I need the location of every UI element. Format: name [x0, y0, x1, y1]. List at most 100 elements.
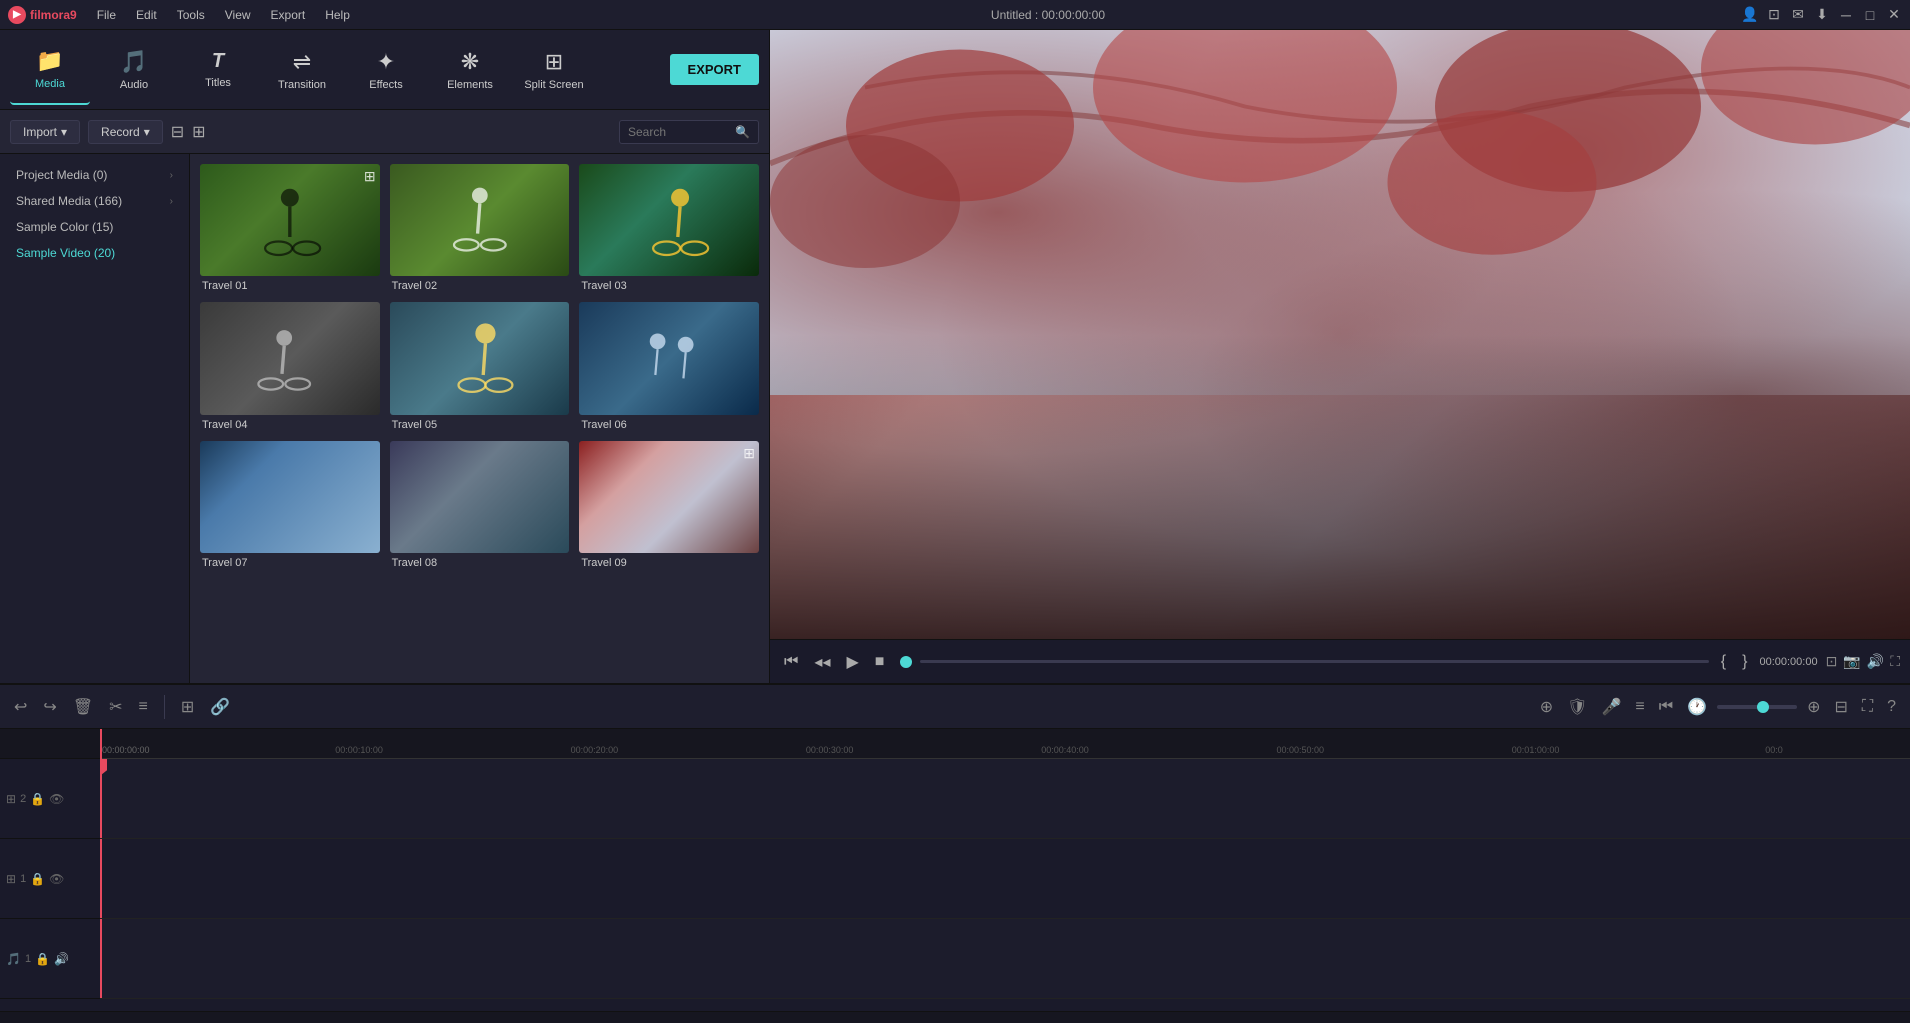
media-item-travel03[interactable]: Travel 03 — [579, 164, 759, 292]
media-item-travel07[interactable]: Travel 07 — [200, 441, 380, 569]
zoom-slider[interactable] — [1717, 705, 1797, 709]
undo-button[interactable]: ↩ — [10, 693, 31, 721]
menu-help[interactable]: Help — [321, 6, 354, 24]
clock-button[interactable]: 🕐 — [1683, 693, 1711, 721]
media-name-travel07: Travel 07 — [200, 557, 380, 569]
toolbar-splitscreen[interactable]: ⊞ Split Screen — [514, 35, 594, 105]
ruler-mark-20: 00:00:20:00 — [571, 745, 619, 755]
sidebar-item-project-media[interactable]: Project Media (0) › — [0, 162, 189, 188]
toolbar-titles[interactable]: T Titles — [178, 35, 258, 105]
menu-edit[interactable]: Edit — [132, 6, 161, 24]
mark-in-icon[interactable]: { — [1717, 651, 1730, 673]
eye-icon-v1[interactable]: 👁 — [49, 872, 64, 886]
media-thumb-travel08 — [390, 441, 570, 553]
media-item-travel05[interactable]: Travel 05 — [390, 302, 570, 430]
media-name-travel08: Travel 08 — [390, 557, 570, 569]
user-icon[interactable]: 👤 — [1742, 7, 1758, 23]
ruler-marks-container: 00:00:00:00 00:00:10:00 00:00:20:00 00:0… — [100, 729, 1910, 758]
import-button[interactable]: Import ▾ — [10, 120, 80, 144]
lock-icon-v2[interactable]: 🔒 — [30, 792, 45, 806]
media-thumb-travel01: ⊞ — [200, 164, 380, 276]
right-panel: ⏮ ◂◂ ▶ ■ { } 00:00:00:00 ⊡ 📷 🔊 ⛶ — [770, 30, 1910, 683]
media-item-travel01[interactable]: ⊞ Travel 01 — [200, 164, 380, 292]
title-bar: ▶ filmora9 File Edit Tools View Export H… — [0, 0, 1910, 30]
timeline-help-button[interactable]: ? — [1883, 694, 1900, 720]
zoom-out-button[interactable]: ⊟ — [1830, 693, 1851, 721]
preview-extra-btns: ⊡ 📷 🔊 ⛶ — [1826, 653, 1900, 670]
lock-icon-a1[interactable]: 🔒 — [35, 952, 50, 966]
minimize-btn[interactable]: ─ — [1838, 7, 1854, 23]
media-item-travel09[interactable]: ⊞ Travel 09 — [579, 441, 759, 569]
toolbar-transition[interactable]: ⇌ Transition — [262, 35, 342, 105]
back-frame-button[interactable]: ⏮ — [1655, 694, 1677, 720]
add-track-button[interactable]: ⊞ — [177, 693, 198, 721]
filter-icon[interactable]: ⊟ — [171, 122, 184, 142]
fullscreen-icon[interactable]: ⛶ — [1890, 653, 1900, 670]
eye-icon-v2[interactable]: 👁 — [49, 792, 64, 806]
download-icon[interactable]: ⬇ — [1814, 7, 1830, 23]
media-name-travel04: Travel 04 — [200, 419, 380, 431]
timeline-scrollbar[interactable] — [0, 1011, 1910, 1023]
delete-button[interactable]: 🗑 — [69, 693, 97, 721]
sidebar-item-shared-media[interactable]: Shared Media (166) › — [0, 188, 189, 214]
skip-back-button[interactable]: ⏮ — [780, 651, 802, 673]
grid-icon[interactable]: ⊞ — [192, 122, 205, 142]
toolbar-audio[interactable]: 🎵 Audio — [94, 35, 174, 105]
fit-screen-icon[interactable]: ⊡ — [1826, 653, 1838, 670]
toolbar-elements[interactable]: ❋ Elements — [430, 35, 510, 105]
media-item-travel06[interactable]: Travel 06 — [579, 302, 759, 430]
timeline-ruler: 00:00:00:00 00:00:10:00 00:00:20:00 00:0… — [100, 729, 1910, 759]
frame-back-button[interactable]: ◂◂ — [810, 650, 834, 674]
sidebar-item-sample-video[interactable]: Sample Video (20) — [0, 240, 189, 266]
cut-button[interactable]: ✂ — [105, 693, 126, 721]
media-item-travel02[interactable]: Travel 02 — [390, 164, 570, 292]
mail-icon[interactable]: ✉ — [1790, 7, 1806, 23]
menu-export[interactable]: Export — [267, 6, 310, 24]
stop-button[interactable]: ■ — [871, 651, 889, 673]
menu-file[interactable]: File — [93, 6, 120, 24]
playhead-cap-v2 — [100, 759, 107, 775]
zoom-thumb[interactable] — [1757, 701, 1769, 713]
sidebar-item-sample-color[interactable]: Sample Color (15) — [0, 214, 189, 240]
main-area: 📁 Media 🎵 Audio T Titles ⇌ Transition ✦ … — [0, 30, 1910, 683]
preview-controls: ⏮ ◂◂ ▶ ■ { } 00:00:00:00 ⊡ 📷 🔊 ⛶ — [770, 639, 1910, 683]
effects-icon: ✦ — [377, 49, 395, 75]
track-content-video2[interactable] — [100, 759, 1910, 839]
timeline-fullscreen-button[interactable]: ⛶ — [1858, 694, 1877, 720]
close-btn[interactable]: ✕ — [1886, 7, 1902, 23]
mark-out-icon[interactable]: } — [1738, 651, 1751, 673]
mic-button[interactable]: 🎤 — [1597, 693, 1625, 721]
playhead-v2 — [100, 759, 102, 838]
add-marker-button[interactable]: ⊕ — [1536, 693, 1557, 721]
maximize-btn[interactable]: □ — [1862, 7, 1878, 23]
ruler-mark-30: 00:00:30:00 — [806, 745, 854, 755]
record-chevron-icon: ▾ — [144, 125, 150, 139]
toolbar-media[interactable]: 📁 Media — [10, 35, 90, 105]
sidebar-sample-color-label: Sample Color (15) — [16, 220, 113, 234]
lock-icon-v1[interactable]: 🔒 — [30, 872, 45, 886]
zoom-in-button[interactable]: ⊕ — [1803, 693, 1824, 721]
equalizer-button[interactable]: ≡ — [135, 694, 152, 720]
search-input[interactable] — [628, 125, 731, 139]
track-icon-video1: ⊞ — [6, 872, 16, 886]
export-button[interactable]: EXPORT — [670, 54, 759, 85]
screenshot-icon[interactable]: 📷 — [1843, 653, 1860, 670]
menu-view[interactable]: View — [221, 6, 255, 24]
shield-button[interactable]: 🛡 — [1563, 693, 1591, 721]
volume-icon-a1[interactable]: 🔊 — [54, 952, 69, 966]
media-item-travel04[interactable]: Travel 04 — [200, 302, 380, 430]
link-button[interactable]: 🔗 — [206, 693, 234, 721]
track-content-audio1[interactable] — [100, 919, 1910, 999]
volume-icon[interactable]: 🔊 — [1867, 653, 1884, 670]
preview-timeline-bar[interactable] — [920, 660, 1708, 663]
subtitle-button[interactable]: ≡ — [1631, 694, 1648, 720]
search-icon[interactable]: 🔍 — [735, 125, 750, 139]
toolbar-effects[interactable]: ✦ Effects — [346, 35, 426, 105]
menu-tools[interactable]: Tools — [173, 6, 209, 24]
record-button[interactable]: Record ▾ — [88, 120, 163, 144]
redo-button[interactable]: ↪ — [39, 693, 60, 721]
media-item-travel08[interactable]: Travel 08 — [390, 441, 570, 569]
play-button[interactable]: ▶ — [842, 650, 862, 674]
window-icon[interactable]: ⊡ — [1766, 7, 1782, 23]
track-content-video1[interactable] — [100, 839, 1910, 919]
